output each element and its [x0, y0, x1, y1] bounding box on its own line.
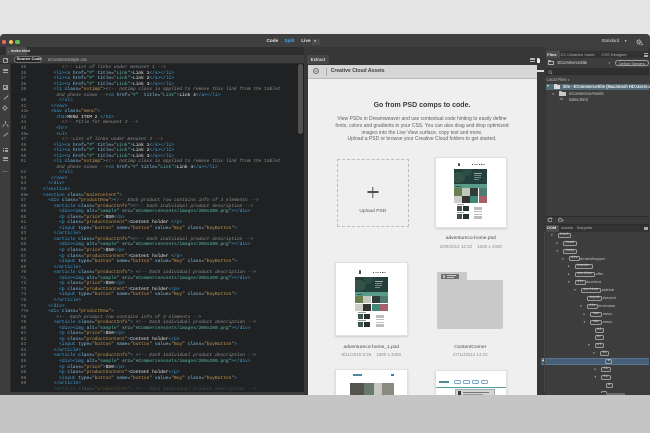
svg-text:cc: cc	[314, 70, 318, 73]
